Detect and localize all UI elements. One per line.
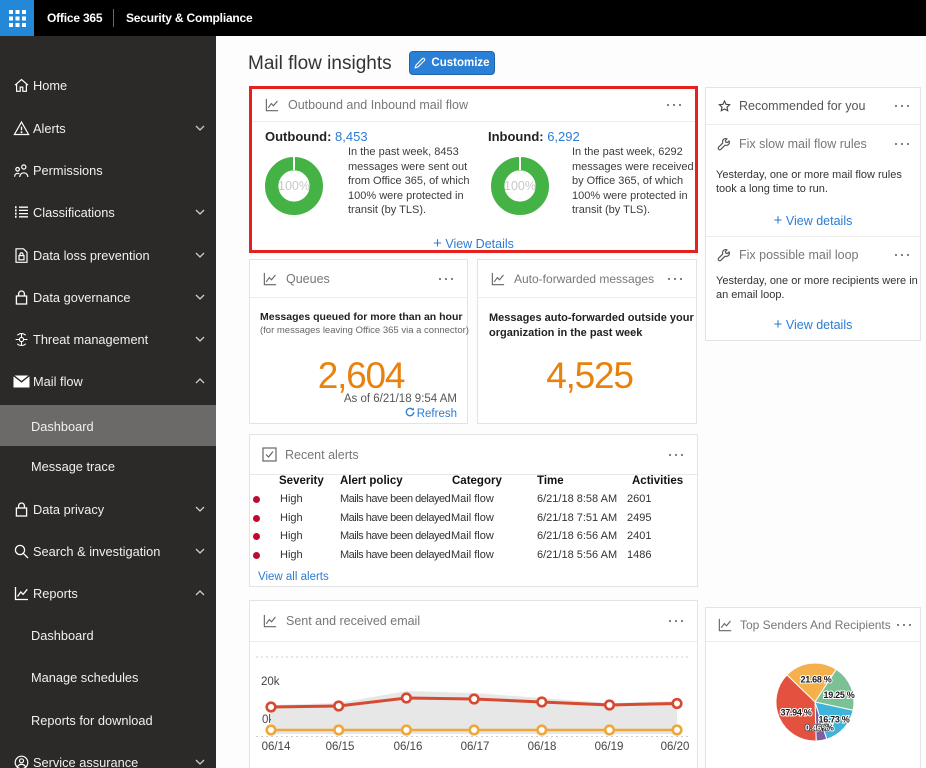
svg-text:20k: 20k	[261, 676, 280, 688]
svg-text:06/17: 06/17	[461, 741, 490, 753]
svg-text:100%: 100%	[278, 179, 310, 193]
svg-text:06/18: 06/18	[528, 741, 557, 753]
svg-text:06/16: 06/16	[394, 741, 423, 753]
svg-text:06/19: 06/19	[595, 741, 624, 753]
svg-text:21.68 %: 21.68 %	[801, 675, 832, 685]
svg-text:06/14: 06/14	[262, 741, 291, 753]
svg-text:06/20: 06/20	[661, 741, 690, 753]
svg-text:100%: 100%	[504, 179, 536, 193]
svg-text:37.94 %: 37.94 %	[781, 708, 812, 718]
svg-text:0.46%: 0.46%	[805, 723, 830, 733]
svg-text:06/15: 06/15	[326, 741, 355, 753]
svg-text:19.25 %: 19.25 %	[824, 690, 855, 700]
